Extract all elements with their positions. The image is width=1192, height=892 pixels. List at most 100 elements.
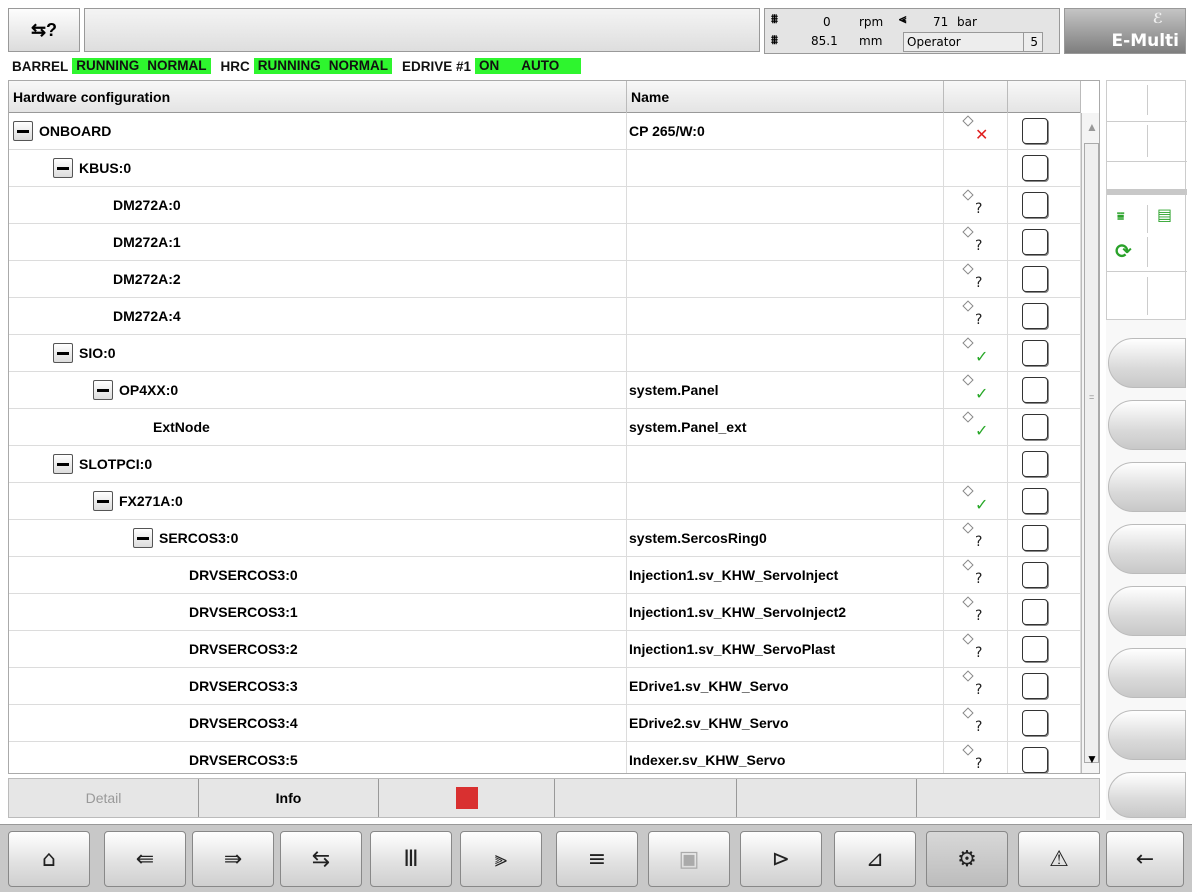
side-button-1[interactable] xyxy=(1108,338,1186,388)
detail-button[interactable]: Detail xyxy=(9,779,199,817)
row-checkbox[interactable] xyxy=(1022,118,1048,144)
side-button-6[interactable] xyxy=(1108,648,1186,698)
table-row[interactable]: DRVSERCOS3:1 Injection1.sv_KHW_ServoInjec… xyxy=(9,594,1081,631)
grid-divider xyxy=(1107,161,1187,162)
user-level-field[interactable]: Operator 5 xyxy=(903,32,1043,52)
collapse-icon[interactable] xyxy=(93,380,113,400)
alarm-nav-button[interactable]: ⚠ xyxy=(1018,831,1100,887)
config-label: DRVSERCOS3:3 xyxy=(189,678,298,694)
table-row[interactable]: DM272A:1? xyxy=(9,224,1081,261)
row-checkbox[interactable] xyxy=(1022,747,1048,773)
pin-icon xyxy=(962,374,974,386)
row-checkbox[interactable] xyxy=(1022,488,1048,514)
table-row[interactable]: DRVSERCOS3:0 Injection1.sv_KHW_ServoInjec… xyxy=(9,557,1081,594)
collapse-icon[interactable] xyxy=(53,158,73,178)
table-row[interactable]: DRVSERCOS3:2 Injection1.sv_KHW_ServoPlast… xyxy=(9,631,1081,668)
table-row[interactable]: FX271A:0 ✓ xyxy=(9,483,1081,520)
row-checkbox[interactable] xyxy=(1022,562,1048,588)
pin-icon xyxy=(962,596,974,608)
column-header-name[interactable]: Name xyxy=(627,81,944,113)
stop-button[interactable] xyxy=(379,779,555,817)
heater-icon[interactable]: ⩸ xyxy=(1117,209,1124,224)
config-label: ExtNode xyxy=(153,419,210,435)
message-field[interactable] xyxy=(84,8,760,52)
side-button-8[interactable] xyxy=(1108,772,1186,818)
robot-nav-button[interactable]: ▣ xyxy=(648,831,730,887)
status-barrel-state: RUNNING xyxy=(72,58,144,74)
collapse-icon[interactable] xyxy=(53,454,73,474)
row-checkbox[interactable] xyxy=(1022,673,1048,699)
vertical-scrollbar[interactable]: ▲ = ▼ xyxy=(1081,113,1099,773)
side-button-2[interactable] xyxy=(1108,400,1186,450)
config-label: DRVSERCOS3:1 xyxy=(189,604,298,620)
status-mark: ? xyxy=(975,312,983,328)
collapse-icon[interactable] xyxy=(53,343,73,363)
row-checkbox[interactable] xyxy=(1022,599,1048,625)
door-nav-button[interactable]: ⊳ xyxy=(740,831,822,887)
table-row[interactable]: DM272A:2? xyxy=(9,261,1081,298)
collapse-icon[interactable] xyxy=(93,491,113,511)
scroll-up-icon[interactable]: ▲ xyxy=(1083,113,1099,141)
page-icon[interactable]: ▤ xyxy=(1157,205,1172,224)
ejector-icon: ⇆ xyxy=(311,846,331,872)
table-row[interactable]: ONBOARD CP 265/W:0 ✕ xyxy=(9,113,1081,150)
ejector-nav-button[interactable]: ⇆ xyxy=(280,831,362,887)
table-row[interactable]: DRVSERCOS3:5 Indexer.sv_KHW_Servo? xyxy=(9,742,1081,773)
column-header-select xyxy=(1008,81,1081,113)
manual-mode-icon[interactable]: ⇆? xyxy=(8,8,80,52)
table-row[interactable]: DM272A:4? xyxy=(9,298,1081,335)
table-row[interactable]: SERCOS3:0 system.SercosRing0? xyxy=(9,520,1081,557)
table-row[interactable]: KBUS:0 xyxy=(9,150,1081,187)
scroll-thumb[interactable]: = xyxy=(1084,143,1099,763)
table-row[interactable]: DRVSERCOS3:3 EDrive1.sv_KHW_Servo? xyxy=(9,668,1081,705)
config-label: SERCOS3:0 xyxy=(159,530,239,546)
table-row[interactable]: DRVSERCOS3:4 EDrive2.sv_KHW_Servo? xyxy=(9,705,1081,742)
temperature-nav-button[interactable]: Ⅲ xyxy=(370,831,452,887)
pin-icon xyxy=(962,485,974,497)
side-button-5[interactable] xyxy=(1108,586,1186,636)
row-checkbox[interactable] xyxy=(1022,303,1048,329)
status-unknown-icon: ? xyxy=(962,744,994,773)
pin-icon xyxy=(962,115,974,127)
table-row[interactable]: OP4XX:0 system.Panel ✓ xyxy=(9,372,1081,409)
row-checkbox[interactable] xyxy=(1022,192,1048,218)
list-nav-button[interactable]: ≡ xyxy=(556,831,638,887)
table-row[interactable]: SIO:0 ✓ xyxy=(9,335,1081,372)
table-row[interactable]: SLOTPCI:0 xyxy=(9,446,1081,483)
side-button-4[interactable] xyxy=(1108,524,1186,574)
side-button-3[interactable] xyxy=(1108,462,1186,512)
info-button[interactable]: Info xyxy=(199,779,379,817)
settings-nav-button[interactable]: ⚙ xyxy=(926,831,1008,887)
row-checkbox[interactable] xyxy=(1022,414,1048,440)
row-checkbox[interactable] xyxy=(1022,377,1048,403)
back-nav-button[interactable]: ← xyxy=(1106,831,1184,887)
column-header-config[interactable]: Hardware configuration xyxy=(9,81,627,113)
graph-nav-button[interactable]: ⊿ xyxy=(834,831,916,887)
collapse-icon[interactable] xyxy=(13,121,33,141)
status-barrel-mode: NORMAL xyxy=(143,58,211,74)
home-nav-button[interactable]: ⌂ xyxy=(8,831,90,887)
right-function-grid: ⩸ ▤ ⟳ xyxy=(1106,80,1187,320)
row-checkbox[interactable] xyxy=(1022,451,1048,477)
scroll-down-icon[interactable]: ▼ xyxy=(1083,745,1099,773)
name-cell: EDrive2.sv_KHW_Servo xyxy=(627,705,944,741)
row-checkbox[interactable] xyxy=(1022,525,1048,551)
process-nav-button[interactable]: ⫸ xyxy=(460,831,542,887)
table-row[interactable]: ExtNode system.Panel_ext ✓ xyxy=(9,409,1081,446)
row-checkbox[interactable] xyxy=(1022,229,1048,255)
row-checkbox[interactable] xyxy=(1022,710,1048,736)
row-checkbox[interactable] xyxy=(1022,636,1048,662)
select-cell xyxy=(1008,742,1081,773)
row-checkbox[interactable] xyxy=(1022,340,1048,366)
cycle-icon[interactable]: ⟳ xyxy=(1115,239,1132,263)
mold-nav-button[interactable]: ⇚ xyxy=(104,831,186,887)
table-row[interactable]: DM272A:0? xyxy=(9,187,1081,224)
process-icon: ⫸ xyxy=(494,846,508,872)
column-header-status xyxy=(944,81,1008,113)
row-checkbox[interactable] xyxy=(1022,155,1048,181)
side-button-7[interactable] xyxy=(1108,710,1186,760)
name-cell xyxy=(627,261,944,297)
collapse-icon[interactable] xyxy=(133,528,153,548)
injection-unit-nav-button[interactable]: ⇛ xyxy=(192,831,274,887)
row-checkbox[interactable] xyxy=(1022,266,1048,292)
